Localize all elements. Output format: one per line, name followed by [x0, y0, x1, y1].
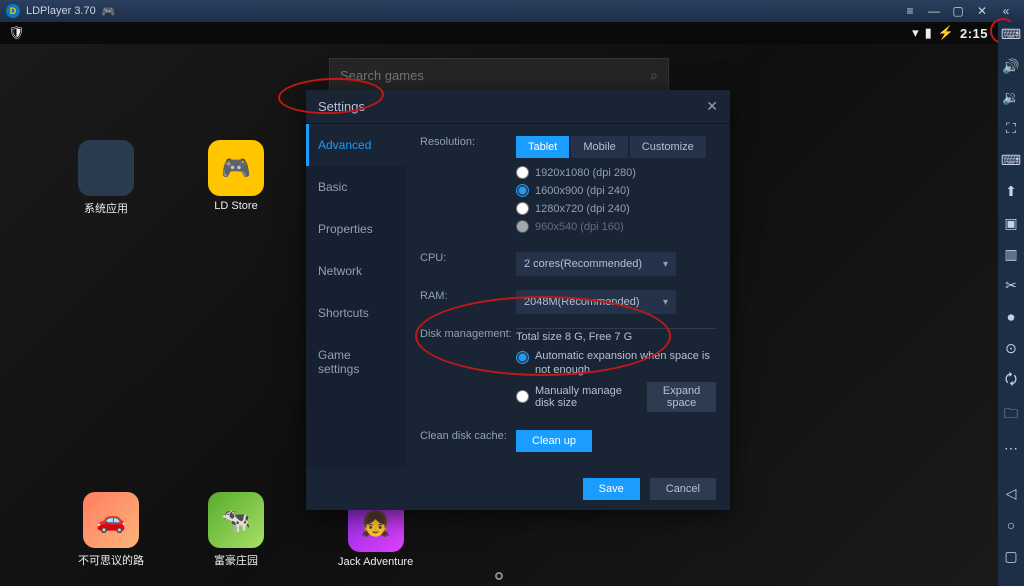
chevron-down-icon: ▾ — [663, 259, 668, 270]
more-icon[interactable]: ⋯ — [1001, 439, 1021, 456]
game1-icon: 🚗 — [83, 492, 139, 548]
app-name: LDPlayer — [26, 5, 71, 17]
status-clock: 2:15 — [960, 26, 988, 41]
app-label: 不可思议的路 — [78, 552, 144, 568]
clean-label: Clean disk cache: — [420, 430, 516, 452]
settings-nav: Advanced Basic Properties Network Shortc… — [306, 124, 406, 468]
tab-customize[interactable]: Customize — [630, 136, 706, 158]
keyboard-icon[interactable]: ⌨ — [1001, 26, 1021, 43]
res-1920[interactable]: 1920x1080 (dpi 280) — [516, 166, 716, 179]
record-icon[interactable]: ⏺ — [1001, 309, 1021, 326]
install-apk-icon[interactable]: ⬆ — [1001, 183, 1021, 200]
nav-network[interactable]: Network — [306, 250, 406, 292]
res-1280[interactable]: 1280x720 (dpi 240) — [516, 202, 716, 215]
disk-label: Disk management: — [420, 328, 516, 416]
settings-title: Settings — [318, 99, 365, 114]
app-label: LD Store — [208, 200, 264, 212]
nav-advanced[interactable]: Advanced — [306, 124, 406, 166]
app-version: 3.70 — [74, 5, 95, 17]
cpu-label: CPU: — [420, 252, 516, 276]
app-ldstore[interactable]: 🎮 LD Store — [208, 140, 264, 212]
ram-select[interactable]: 2048M(Recommended) ▾ — [516, 290, 676, 314]
scissors-icon[interactable]: ✂ — [1001, 277, 1021, 294]
res-1600[interactable]: 1600x900 (dpi 240) — [516, 184, 716, 197]
app-label: Jack Adventure — [338, 556, 413, 568]
settings-footer: Save Cancel — [306, 468, 730, 510]
chevron-down-icon: ▾ — [663, 297, 668, 308]
resolution-tabs: Tablet Mobile Customize — [516, 136, 708, 158]
keymap-icon[interactable]: ⌨ — [1001, 152, 1021, 169]
disk-manual[interactable]: Manually manage disk size Expand space — [516, 382, 716, 412]
menu-icon[interactable]: ≡ — [898, 1, 922, 21]
close-window-icon[interactable]: ✕ — [970, 1, 994, 21]
sync-icon[interactable]: 🗘 — [1001, 371, 1021, 391]
settings-header: Settings ✕ — [306, 90, 730, 124]
collapse-sidebar-icon[interactable]: « — [994, 1, 1018, 21]
search-box[interactable]: ⌕ — [329, 58, 669, 92]
back-icon[interactable]: ◁ — [1001, 485, 1021, 502]
app-label: 富豪庄园 — [208, 552, 264, 568]
maximize-icon[interactable]: ▢ — [946, 1, 970, 21]
search-input[interactable] — [340, 68, 650, 83]
battery-icon: ▮ — [925, 25, 932, 41]
operation-record-icon[interactable]: ⊙ — [1001, 340, 1021, 357]
settings-close-icon[interactable]: ✕ — [706, 98, 718, 115]
clean-up-button[interactable]: Clean up — [516, 430, 592, 452]
gamepad-icon: 🎮 — [102, 5, 116, 18]
resolution-label: Resolution: — [420, 136, 516, 238]
volume-up-icon[interactable]: 🔊 — [1001, 57, 1021, 74]
game2-icon: 🐄 — [208, 492, 264, 548]
save-button[interactable]: Save — [583, 478, 640, 500]
ram-value: 2048M(Recommended) — [524, 296, 640, 308]
volume-down-icon[interactable]: 🔉 — [1001, 89, 1021, 106]
nav-basic[interactable]: Basic — [306, 166, 406, 208]
home-icon[interactable]: ○ — [1001, 516, 1021, 533]
res-960[interactable]: 960x540 (dpi 160) — [516, 220, 716, 233]
app-logo-icon: D — [6, 4, 20, 18]
nav-shortcuts[interactable]: Shortcuts — [306, 292, 406, 334]
android-status-bar: 🛡 ▾ ▮ ⚡ 2:15 ⚙ — [0, 22, 1024, 44]
app-system[interactable]: 系统应用 — [78, 140, 134, 216]
tab-tablet[interactable]: Tablet — [516, 136, 569, 158]
multi-instance-icon[interactable]: ▥ — [1001, 246, 1021, 263]
page-indicator — [495, 572, 503, 580]
shield-icon: 🛡 — [8, 25, 25, 41]
emulator-sidebar: ⌨ 🔊 🔉 ⛶ ⌨ ⬆ ▣ ▥ ✂ ⏺ ⊙ 🗘 🗀 ⋯ ◁ ○ ▢ — [998, 22, 1024, 586]
expand-space-button[interactable]: Expand space — [647, 382, 716, 412]
system-apps-icon — [78, 140, 134, 196]
search-icon: ⌕ — [650, 67, 658, 84]
nav-properties[interactable]: Properties — [306, 208, 406, 250]
cpu-value: 2 cores(Recommended) — [524, 258, 642, 270]
tab-mobile[interactable]: Mobile — [571, 136, 627, 158]
wifi-icon: ▾ — [912, 25, 919, 41]
app-game2[interactable]: 🐄 富豪庄园 — [208, 492, 264, 568]
fullscreen-icon[interactable]: ⛶ — [1001, 120, 1021, 137]
shared-folder-icon[interactable]: 🗀 — [1001, 405, 1021, 425]
ram-label: RAM: — [420, 290, 516, 314]
screenshot-icon[interactable]: ▣ — [1001, 214, 1021, 231]
settings-modal: Settings ✕ Advanced Basic Properties Net… — [306, 90, 730, 510]
disk-total: Total size 8 G, Free 7 G — [516, 328, 716, 343]
resolution-options: 1920x1080 (dpi 280) 1600x900 (dpi 240) 1… — [516, 166, 716, 233]
charging-icon: ⚡ — [938, 25, 954, 41]
cpu-select[interactable]: 2 cores(Recommended) ▾ — [516, 252, 676, 276]
emulator-desktop: ⌕ 系统应用 🎮 LD Store 🚗 不可思议的路 🐄 富豪庄园 👧 Jack… — [0, 44, 998, 586]
nav-game-settings[interactable]: Game settings — [306, 334, 406, 390]
ldstore-icon: 🎮 — [208, 140, 264, 196]
cancel-button[interactable]: Cancel — [650, 478, 716, 500]
minimize-icon[interactable]: — — [922, 1, 946, 21]
app-label: 系统应用 — [78, 200, 134, 216]
disk-auto[interactable]: Automatic expansion when space is not en… — [516, 349, 716, 378]
app-game1[interactable]: 🚗 不可思议的路 — [78, 492, 144, 568]
settings-content: Resolution: Tablet Mobile Customize 1920… — [406, 124, 730, 468]
recents-icon[interactable]: ▢ — [1001, 548, 1021, 565]
window-titlebar: D LDPlayer 3.70 🎮 ≡ — ▢ ✕ « — [0, 0, 1024, 22]
